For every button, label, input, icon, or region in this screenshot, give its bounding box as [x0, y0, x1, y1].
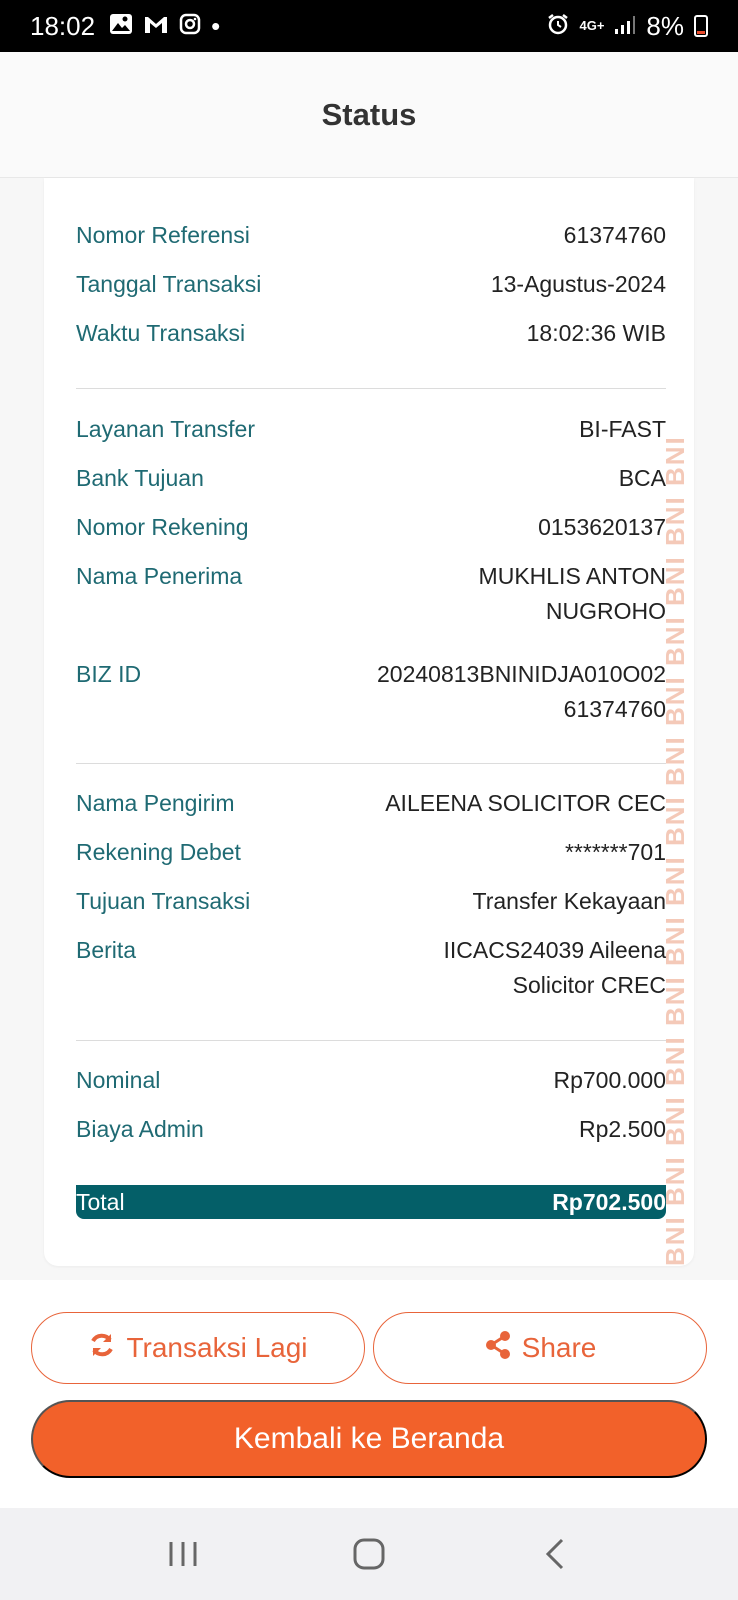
- transaksi-lagi-label: Transaksi Lagi: [126, 1332, 308, 1363]
- battery-icon: [694, 15, 708, 37]
- value: 0153620137: [538, 514, 666, 540]
- divider: [76, 388, 666, 389]
- total-value: Rp702.500: [552, 1188, 666, 1215]
- transaksi-lagi-button[interactable]: Transaksi Lagi: [31, 1312, 365, 1384]
- value: 20240813BNINIDJA010O02 61374760: [377, 661, 666, 722]
- gallery-icon: [109, 11, 133, 42]
- value: 61374760: [563, 222, 666, 248]
- share-label: Share: [521, 1332, 597, 1363]
- battery-percent: 8%: [646, 10, 684, 41]
- share-icon: [484, 1330, 512, 1367]
- instagram-icon: [179, 11, 201, 42]
- signal-icon: [614, 11, 636, 42]
- value: Rp700.000: [553, 1067, 666, 1093]
- label: Nama Pengirim: [76, 790, 235, 816]
- row-rekening-debet: Rekening Debet *******701: [76, 835, 666, 870]
- refresh-icon: [88, 1331, 116, 1366]
- row-nomor-referensi: Nomor Referensi 61374760: [76, 218, 666, 253]
- value: AILEENA SOLICITOR CEC: [385, 790, 666, 816]
- recent-apps-icon[interactable]: [153, 1524, 213, 1584]
- row-tanggal-transaksi: Tanggal Transaksi 13-Agustus-2024: [76, 267, 666, 302]
- share-button[interactable]: Share: [373, 1312, 707, 1384]
- divider: [76, 763, 666, 764]
- value: IICACS24039 Aileena Solicitor CREC: [443, 937, 667, 998]
- label: Nomor Rekening: [76, 514, 249, 540]
- row-waktu-transaksi: Waktu Transaksi 18:02:36 WIB: [76, 316, 666, 351]
- row-nomor-rekening: Nomor Rekening 0153620137: [76, 510, 666, 545]
- label: Layanan Transfer: [76, 416, 256, 442]
- row-berita: Berita IICACS24039 Aileena Solicitor CRE…: [76, 933, 666, 1003]
- value: *******701: [564, 839, 666, 865]
- status-bar: 18:02 • 4G+ 8%: [0, 0, 738, 52]
- row-biz-id: BIZ ID 20240813BNINIDJA010O02 61374760: [76, 657, 666, 727]
- row-layanan-transfer: Layanan Transfer BI-FAST: [76, 412, 666, 447]
- status-time: 18:02: [30, 10, 96, 41]
- row-nama-pengirim: Nama Pengirim AILEENA SOLICITOR CEC: [76, 786, 666, 821]
- alarm-icon: [547, 11, 569, 42]
- label: Biaya Admin: [76, 1116, 204, 1142]
- label: Waktu Transaksi: [76, 320, 246, 346]
- divider: [76, 1040, 666, 1041]
- receipt-card: BNI BNI BNI BNI BNI BNI BNI BNI BNI BNI …: [44, 178, 694, 1266]
- kembali-ke-beranda-button[interactable]: Kembali ke Beranda: [31, 1400, 707, 1478]
- label: Tujuan Transaksi: [76, 888, 251, 914]
- label: BIZ ID: [76, 661, 142, 687]
- label: Tanggal Transaksi: [76, 271, 262, 297]
- value: BI-FAST: [579, 416, 666, 442]
- action-area: Transaksi Lagi Share Kembali ke Beranda: [0, 1280, 738, 1508]
- row-tujuan-transaksi: Tujuan Transaksi Transfer Kekayaan: [76, 884, 666, 919]
- label: Berita: [76, 937, 137, 963]
- row-total: Total Rp702.500: [76, 1185, 666, 1219]
- gmail-icon: [143, 11, 169, 42]
- home-icon[interactable]: [339, 1524, 399, 1584]
- value: 18:02:36 WIB: [526, 320, 666, 346]
- network-type: 4G+: [579, 18, 605, 33]
- notification-dot: •: [211, 10, 221, 41]
- value: 13-Agustus-2024: [490, 271, 666, 297]
- label: Nama Penerima: [76, 563, 243, 589]
- page-header: Status: [0, 52, 738, 178]
- row-nama-penerima: Nama Penerima MUKHLIS ANTON NUGROHO: [76, 559, 666, 629]
- row-biaya-admin: Biaya Admin Rp2.500: [76, 1112, 666, 1147]
- value: BCA: [618, 465, 666, 491]
- value: Transfer Kekayaan: [472, 888, 666, 914]
- page-title: Status: [321, 96, 417, 132]
- label: Nominal: [76, 1067, 161, 1093]
- value: MUKHLIS ANTON NUGROHO: [478, 563, 666, 624]
- label: Rekening Debet: [76, 839, 241, 865]
- label: Bank Tujuan: [76, 465, 204, 491]
- value: Rp2.500: [579, 1116, 666, 1142]
- back-icon[interactable]: [525, 1524, 585, 1584]
- row-bank-tujuan: Bank Tujuan BCA: [76, 461, 666, 496]
- total-label: Total: [76, 1188, 125, 1215]
- system-nav-bar: [0, 1508, 738, 1600]
- label: Nomor Referensi: [76, 222, 250, 248]
- row-nominal: Nominal Rp700.000: [76, 1063, 666, 1098]
